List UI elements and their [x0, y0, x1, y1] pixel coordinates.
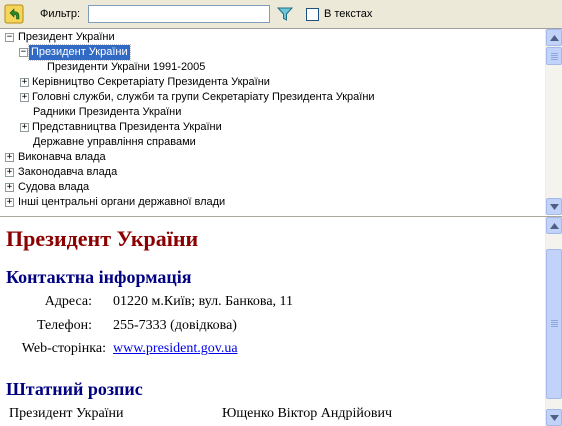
expand-icon[interactable]: +	[20, 93, 29, 102]
detail-scrollbar[interactable]	[545, 217, 562, 426]
expand-icon[interactable]: +	[5, 168, 14, 177]
staff-heading: Штатний розпис	[6, 379, 143, 399]
address-value: 01220 м.Київ; вул. Банкова, 11	[113, 294, 294, 309]
phone-label: Телефон:	[36, 318, 92, 333]
in-texts-label: В текстах	[324, 8, 373, 20]
expand-icon[interactable]: +	[20, 78, 29, 87]
tree-item-label[interactable]: Президенти України 1991-2005	[45, 60, 207, 75]
tree-item-label[interactable]: Радники Президента України	[31, 105, 183, 120]
arrow-down-icon	[549, 203, 559, 210]
funnel-icon[interactable]	[276, 6, 294, 22]
scroll-thumb[interactable]	[546, 249, 562, 399]
detail-view: Президент України Контактна інформація А…	[0, 217, 562, 426]
expand-icon[interactable]: +	[5, 198, 14, 207]
arrow-down-icon	[549, 414, 559, 421]
toolbar: Фильтр: В текстах	[0, 0, 562, 28]
scroll-down-button[interactable]	[546, 409, 562, 426]
back-arrow-icon[interactable]	[4, 4, 24, 24]
filter-input[interactable]	[88, 5, 270, 23]
tree-item-label-selected[interactable]: Президент України	[28, 44, 131, 61]
tree-item-label[interactable]: Законодавча влада	[16, 165, 119, 180]
arrow-up-icon	[549, 34, 559, 41]
tree-item-label[interactable]: Судова влада	[16, 180, 91, 195]
phone-value: 255-7333 (довідкова)	[113, 318, 237, 333]
scroll-thumb[interactable]	[546, 47, 562, 65]
web-label: Web-сторінка:	[21, 341, 106, 356]
filter-label: Фильтр:	[40, 8, 81, 20]
tree-item-label[interactable]: Інші центральні органи державної влади	[16, 195, 227, 210]
scroll-up-button[interactable]	[546, 29, 562, 46]
staff-name: Ющенко Віктор Андрійович	[222, 406, 392, 421]
collapse-icon[interactable]: −	[19, 48, 28, 57]
expand-icon[interactable]: +	[5, 153, 14, 162]
contact-heading: Контактна інформація	[6, 267, 192, 287]
page-title: Президент України	[6, 226, 199, 251]
website-link[interactable]: www.president.gov.ua	[113, 341, 238, 357]
in-texts-checkbox[interactable]	[306, 8, 319, 21]
expand-icon[interactable]: +	[5, 183, 14, 192]
expand-icon[interactable]: +	[20, 123, 29, 132]
tree-view[interactable]: − Президент України − Президент України …	[0, 28, 562, 215]
tree-item-label[interactable]: Державне управління справами	[31, 135, 198, 150]
scroll-down-button[interactable]	[546, 198, 562, 215]
tree-item-label[interactable]: Представництва Президента України	[30, 120, 224, 135]
collapse-icon[interactable]: −	[5, 33, 14, 42]
tree-item-label[interactable]: Головні служби, служби та групи Секретар…	[30, 90, 377, 105]
tree-item-label[interactable]: Керівництво Секретаріату Президента Укра…	[30, 75, 272, 90]
tree-scrollbar[interactable]	[545, 29, 562, 215]
arrow-up-icon	[549, 222, 559, 229]
tree-item-label[interactable]: Президент України	[16, 30, 117, 45]
staff-position: Президент України	[9, 406, 124, 421]
scroll-up-button[interactable]	[546, 217, 562, 234]
tree-item-label[interactable]: Виконавча влада	[16, 150, 108, 165]
address-label: Адреса:	[44, 294, 92, 309]
